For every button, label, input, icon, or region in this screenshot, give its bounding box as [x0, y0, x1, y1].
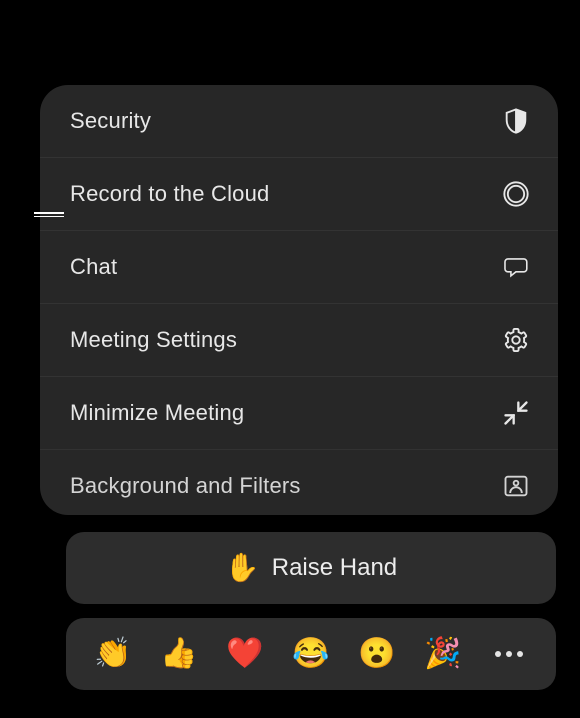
menu-list: Security Record to the Cloud Chat	[40, 85, 558, 515]
reaction-laugh[interactable]: 😂	[286, 629, 336, 679]
raise-hand-icon: ✋	[225, 554, 260, 582]
reactions-more-button[interactable]	[484, 629, 534, 679]
drag-handle-icon	[34, 212, 64, 219]
reaction-wow[interactable]: 😮	[352, 629, 402, 679]
background-icon	[502, 472, 530, 500]
menu-item-label: Record to the Cloud	[70, 181, 269, 207]
reaction-party[interactable]: 🎉	[418, 629, 468, 679]
menu-item-settings[interactable]: Meeting Settings	[40, 303, 558, 376]
menu-item-chat[interactable]: Chat	[40, 230, 558, 303]
raise-hand-button[interactable]: ✋ Raise Hand	[66, 532, 556, 604]
menu-item-label: Meeting Settings	[70, 327, 237, 353]
reactions-bar: 👏 👍 ❤️ 😂 😮 🎉	[66, 618, 556, 690]
shield-icon	[502, 107, 530, 135]
chat-icon	[502, 253, 530, 281]
menu-item-label: Security	[70, 108, 151, 134]
menu-item-background[interactable]: Background and Filters	[40, 449, 558, 515]
record-icon	[502, 180, 530, 208]
raise-hand-label: Raise Hand	[272, 554, 397, 582]
reaction-clap[interactable]: 👏	[88, 629, 138, 679]
menu-item-label: Minimize Meeting	[70, 400, 244, 426]
menu-item-security[interactable]: Security	[40, 85, 558, 157]
gear-icon	[502, 326, 530, 354]
meeting-more-menu: Security Record to the Cloud Chat	[40, 85, 558, 515]
minimize-icon	[502, 399, 530, 427]
menu-item-minimize[interactable]: Minimize Meeting	[40, 376, 558, 449]
reaction-heart[interactable]: ❤️	[220, 629, 270, 679]
menu-item-record[interactable]: Record to the Cloud	[40, 157, 558, 230]
menu-item-label: Background and Filters	[70, 473, 301, 499]
menu-item-label: Chat	[70, 254, 117, 280]
reaction-thumbs-up[interactable]: 👍	[154, 629, 204, 679]
